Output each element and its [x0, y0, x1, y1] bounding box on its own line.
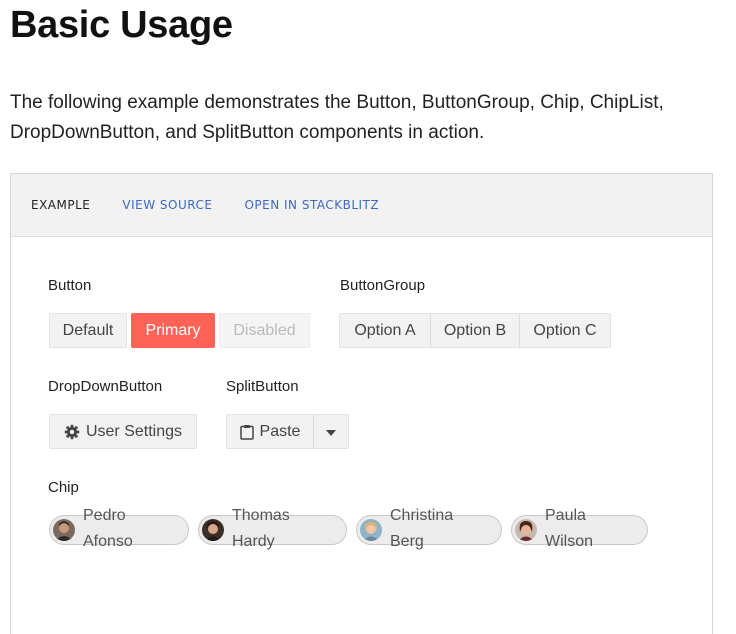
paste-label: Paste [259, 422, 301, 440]
paste-split-button: Paste [226, 414, 349, 449]
avatar [515, 519, 537, 541]
chip-label-line2: Afonso [83, 533, 133, 550]
avatar [360, 519, 382, 541]
avatar [53, 519, 75, 541]
option-b-button[interactable]: Option B [430, 314, 519, 347]
example-tabs: EXAMPLE VIEW SOURCE OPEN IN STACKBLITZ [11, 174, 712, 237]
disabled-button: Disabled [219, 313, 310, 348]
example-panel: EXAMPLE VIEW SOURCE OPEN IN STACKBLITZ B… [10, 173, 713, 634]
chip-label-line2: Wilson [545, 533, 594, 550]
primary-button[interactable]: Primary [131, 313, 215, 348]
chip-pedro-afonso[interactable]: Pedro Afonso [49, 507, 189, 550]
chip-label-line1: Pedro [83, 507, 126, 524]
avatar [202, 519, 224, 541]
chip-label-line1: Thomas [232, 507, 290, 524]
paste-button[interactable]: Paste [227, 415, 313, 448]
chip-label-line2: Hardy [232, 533, 275, 550]
user-settings-label: User Settings [85, 422, 183, 440]
chip-christina-berg[interactable]: Christina Berg [356, 507, 502, 550]
chip-label-line2: Berg [390, 533, 424, 550]
page-title: Basic Usage [10, 4, 233, 46]
user-settings-dropdown-button[interactable]: User Settings [49, 414, 197, 449]
tab-view-source[interactable]: VIEW SOURCE [122, 198, 212, 212]
chip-label-line1: Christina [390, 507, 454, 524]
intro-paragraph: The following example demonstrates the B… [10, 92, 664, 143]
gear-icon [64, 424, 80, 440]
paste-dropdown-toggle[interactable] [313, 415, 348, 448]
option-a-button[interactable]: Option A [340, 314, 430, 347]
splitbutton-section-label: SplitButton [226, 378, 299, 395]
chip-section-label: Chip [48, 479, 79, 496]
option-c-button[interactable]: Option C [519, 314, 610, 347]
chip-paula-wilson[interactable]: Paula Wilson [511, 507, 648, 550]
chip-thomas-hardy[interactable]: Thomas Hardy [198, 507, 347, 550]
button-group: Option A Option B Option C [339, 313, 611, 348]
tab-open-in-stackblitz[interactable]: OPEN IN STACKBLITZ [244, 198, 379, 212]
buttongroup-section-label: ButtonGroup [340, 277, 426, 294]
button-section-label: Button [48, 277, 92, 294]
dropdownbutton-section-label: DropDownButton [48, 378, 163, 395]
tab-example[interactable]: EXAMPLE [31, 198, 90, 212]
clipboard-icon [239, 424, 254, 440]
chip-label-line1: Paula [545, 507, 586, 524]
caret-down-icon [326, 423, 336, 441]
default-button[interactable]: Default [49, 313, 127, 348]
